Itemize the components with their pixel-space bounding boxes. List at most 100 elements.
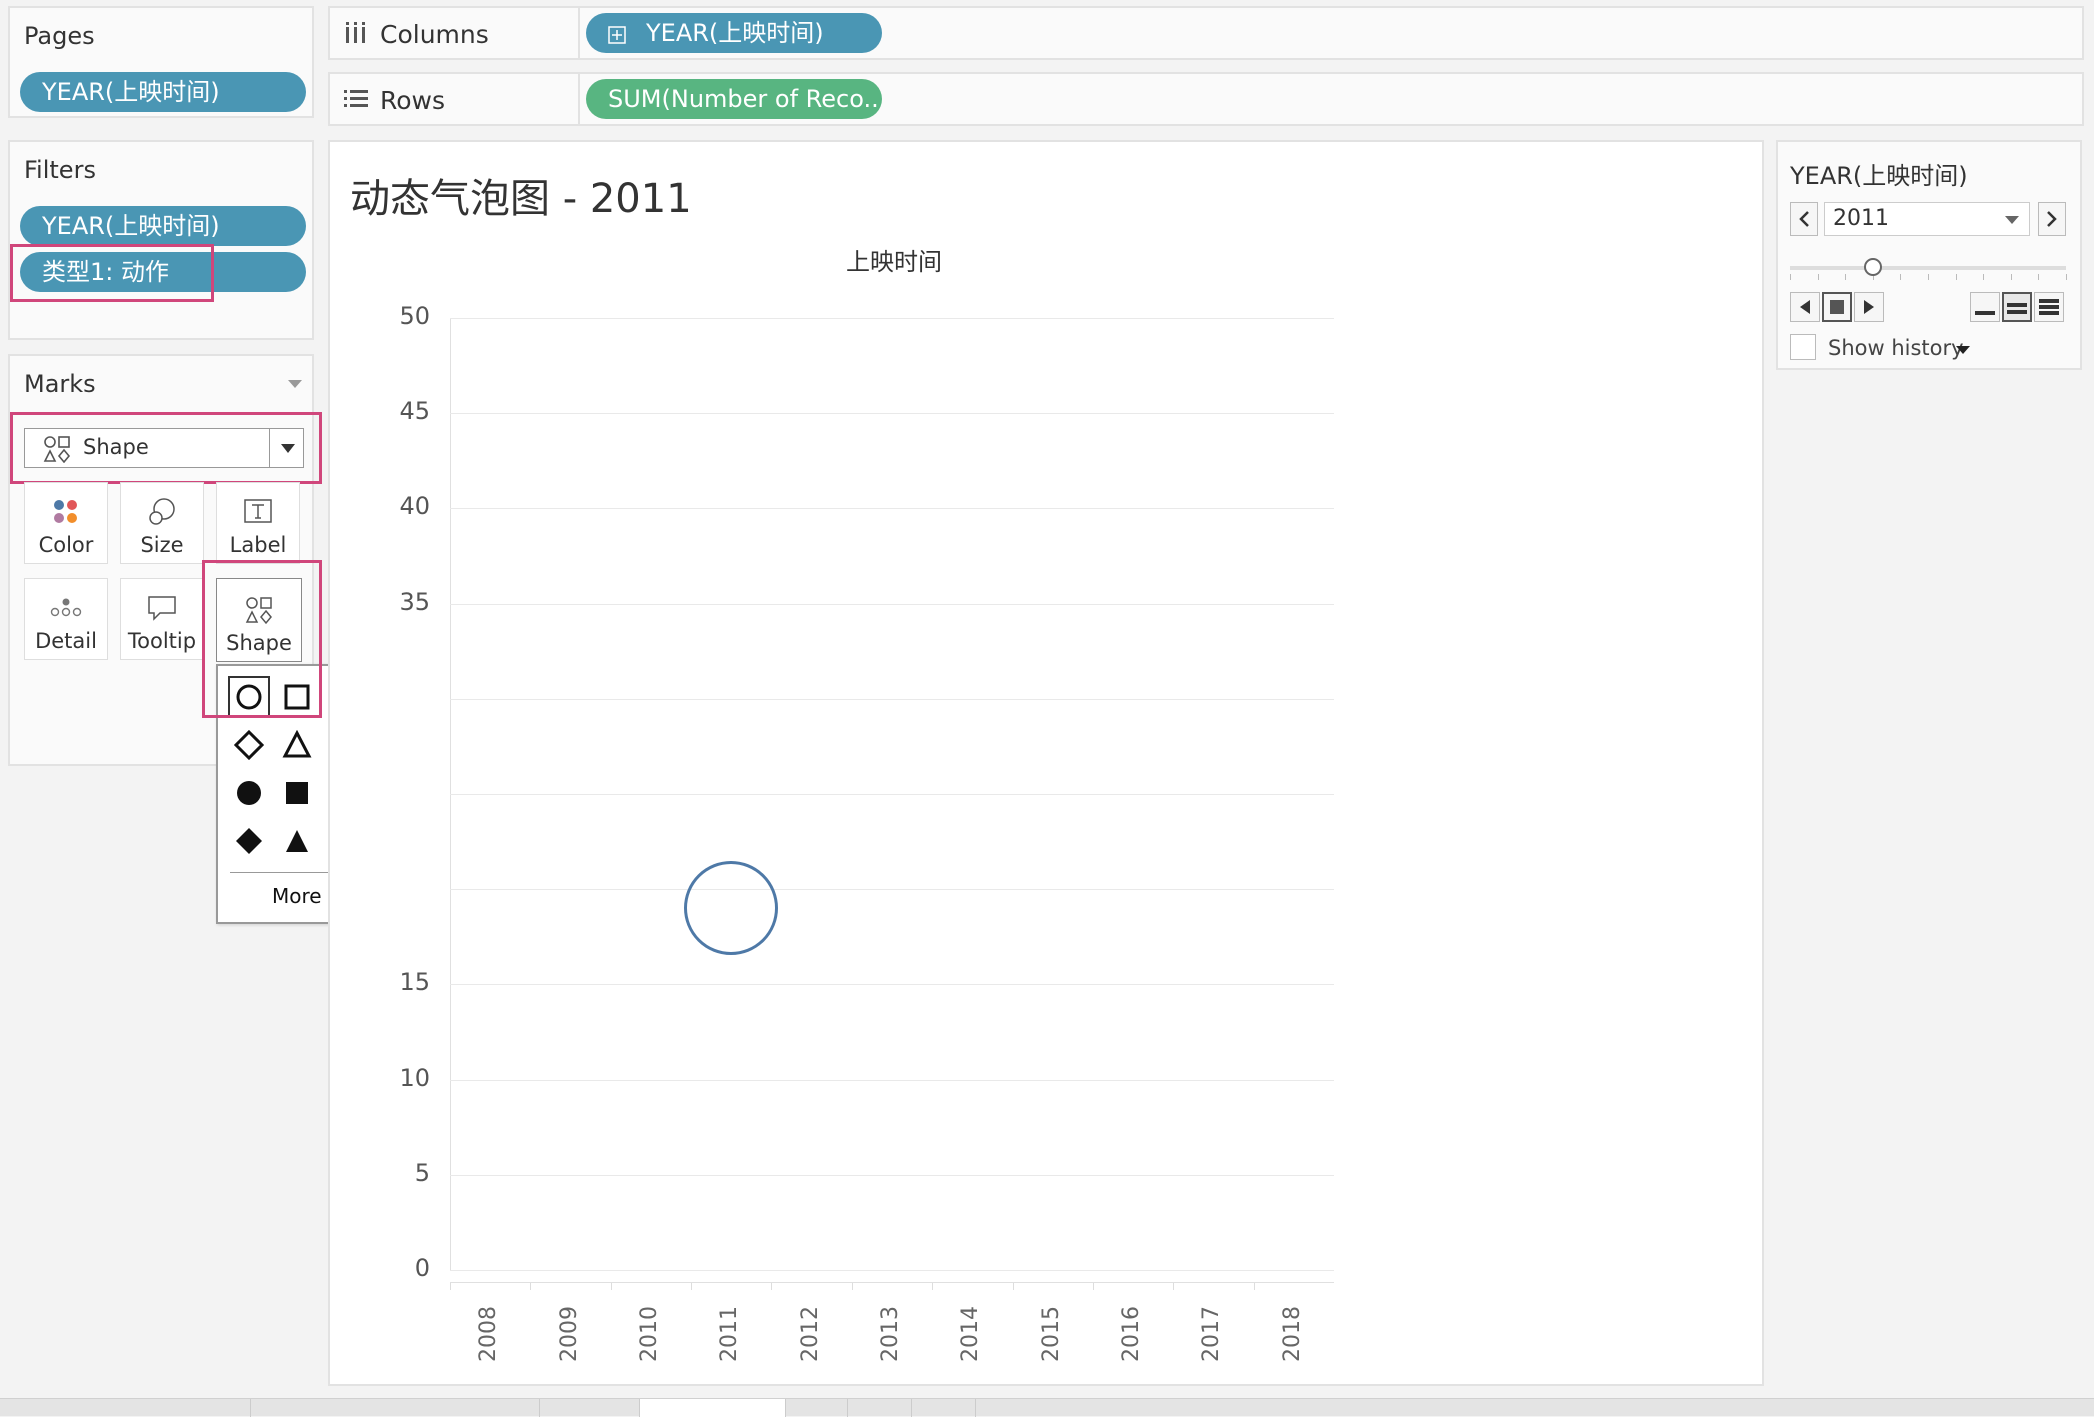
pages-title: Pages	[24, 22, 95, 50]
shelf-divider	[578, 8, 580, 60]
y-tick-label: 40	[399, 492, 430, 521]
label-card[interactable]: Label	[216, 482, 300, 564]
speed-fast-button[interactable]	[2034, 292, 2064, 322]
y-tick-label: 5	[414, 1158, 430, 1187]
size-card-label: Size	[140, 533, 184, 557]
color-card-label: Color	[38, 533, 94, 557]
x-tick-label: 2010	[636, 1306, 662, 1362]
shape-option-filled-diamond-icon[interactable]	[228, 820, 270, 862]
x-tick-mark	[1012, 1282, 1014, 1290]
chevron-right-icon	[2047, 211, 2057, 227]
x-tick-mark	[610, 1282, 612, 1290]
plot-area: 0 5 10 15 35 40 45 50 2008 2009 2010 2011 2012 2013 20…	[330, 142, 1762, 1384]
pages-card: Pages YEAR(上映时间)	[8, 6, 314, 118]
shape-option-open-triangle-up-icon[interactable]	[276, 724, 318, 766]
shape-option-filled-square-icon[interactable]	[276, 772, 318, 814]
bottom-tab-strip	[0, 1398, 2094, 1417]
expand-plus-icon[interactable]	[608, 26, 626, 44]
x-axis-line	[450, 1282, 1334, 1283]
x-tick-mark	[1092, 1282, 1094, 1290]
shape-option-open-diamond-icon[interactable]	[228, 724, 270, 766]
x-tick-mark	[1253, 1282, 1255, 1290]
columns-pill-text: YEAR(上映时间)	[646, 19, 824, 47]
x-tick-mark	[771, 1282, 773, 1290]
gridline	[450, 889, 1334, 891]
chevron-left-icon	[1799, 211, 1809, 227]
show-history-label[interactable]: Show history	[1828, 336, 1964, 360]
gridline	[450, 603, 1334, 605]
shape-option-filled-circle-icon[interactable]	[228, 772, 270, 814]
show-history-dropdown-icon[interactable]	[1956, 346, 1970, 354]
speed-medium-button[interactable]	[2002, 292, 2032, 322]
slider-tick	[1845, 274, 1847, 280]
gridline	[450, 984, 1334, 986]
next-page-button[interactable]	[2038, 202, 2066, 236]
size-card[interactable]: Size	[120, 482, 204, 564]
x-tick-label: 2011	[717, 1306, 743, 1362]
gridline	[450, 413, 1334, 415]
slider-tick	[1817, 274, 1819, 280]
page-control-title: YEAR(上映时间)	[1790, 162, 1968, 190]
x-tick-label: 2014	[958, 1306, 984, 1362]
y-tick-label: 10	[399, 1063, 430, 1092]
sheet-tab[interactable]	[540, 1399, 640, 1417]
play-forward-icon	[1864, 300, 1874, 314]
show-history-checkbox[interactable]	[1790, 334, 1816, 360]
x-tick-label: 2018	[1279, 1306, 1305, 1362]
x-tick-label: 2012	[797, 1306, 823, 1362]
prev-page-button[interactable]	[1790, 202, 1818, 236]
rows-shelf: Rows SUM(Number of Reco..	[328, 72, 2084, 126]
gridline	[450, 1270, 1334, 1271]
stop-icon	[1830, 300, 1844, 314]
columns-label: Columns	[380, 20, 489, 49]
columns-icon	[346, 22, 365, 43]
sheet-tab[interactable]	[786, 1399, 848, 1417]
y-tick-label: 45	[399, 397, 430, 426]
sheet-tab-active[interactable]	[640, 1399, 786, 1417]
filter-pill-year[interactable]: YEAR(上映时间)	[20, 206, 306, 246]
page-slider-track[interactable]	[1790, 266, 2066, 270]
gridline	[450, 508, 1334, 510]
columns-pill[interactable]: YEAR(上映时间)	[586, 13, 882, 53]
label-card-label: Label	[229, 533, 287, 557]
page-slider-thumb[interactable]	[1863, 258, 1882, 276]
shape-option-filled-triangle-up-icon[interactable]	[276, 820, 318, 862]
x-tick-mark	[851, 1282, 853, 1290]
speed-slow-button[interactable]	[1970, 292, 2000, 322]
rows-pill[interactable]: SUM(Number of Reco..	[586, 79, 882, 119]
filters-card: Filters YEAR(上映时间) 类型1: 动作	[8, 140, 314, 340]
filters-title: Filters	[24, 156, 96, 184]
sheet-tab[interactable]	[250, 1399, 540, 1417]
slider-tick	[1955, 274, 1957, 280]
bubble-mark[interactable]	[684, 861, 779, 956]
speed-medium-icon	[2007, 303, 2027, 314]
play-backward-button[interactable]	[1790, 292, 1820, 322]
slider-tick	[2066, 274, 2067, 280]
sheet-tab[interactable]	[912, 1399, 976, 1417]
viz-area: 动态气泡图 - 2011 上映时间 0 5 10 15 35 40 45 50 2008 2009…	[328, 140, 1764, 1386]
page-value-dropdown[interactable]: 2011	[1824, 202, 2030, 236]
x-tick-mark	[691, 1282, 693, 1290]
x-tick-mark	[1173, 1282, 1175, 1290]
sheet-tab[interactable]	[848, 1399, 912, 1417]
page-slider-ticks	[1790, 274, 2067, 282]
tooltip-card[interactable]: Tooltip	[120, 578, 204, 660]
pages-pill[interactable]: YEAR(上映时间)	[20, 72, 306, 112]
stop-button[interactable]	[1822, 292, 1852, 322]
chevron-down-icon	[2005, 216, 2019, 224]
gridline	[450, 318, 1334, 319]
highlight-mark-type	[10, 412, 322, 484]
marks-menu-arrow-icon[interactable]	[288, 380, 302, 388]
y-tick-label: 50	[399, 302, 430, 330]
color-card[interactable]: Color	[24, 482, 108, 564]
x-tick-label: 2009	[556, 1306, 582, 1362]
slider-tick	[2038, 274, 2040, 280]
detail-card[interactable]: Detail	[24, 578, 108, 660]
play-backward-icon	[1800, 300, 1810, 314]
speech-bubble-icon	[148, 596, 176, 621]
play-forward-button[interactable]	[1854, 292, 1884, 322]
text-label-icon	[244, 499, 272, 523]
x-tick-mark	[530, 1282, 532, 1290]
size-circles-icon	[149, 498, 175, 525]
slider-tick	[1790, 274, 1791, 280]
